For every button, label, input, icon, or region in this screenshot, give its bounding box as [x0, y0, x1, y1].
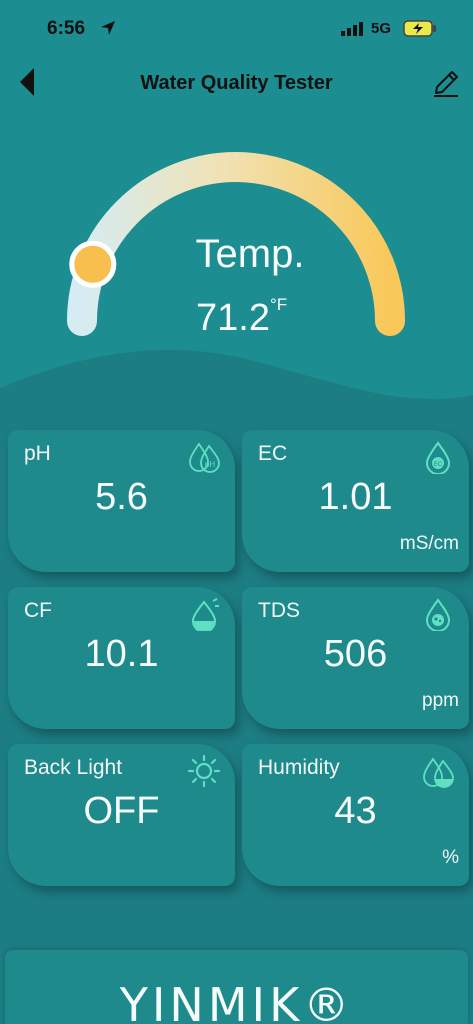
page-title: Water Quality Tester	[140, 72, 333, 94]
card-label: Humidity	[258, 756, 340, 779]
cf-drop-icon	[191, 598, 219, 631]
card-ph[interactable]: pH pH 5.6	[8, 430, 235, 572]
wave-divider	[0, 349, 473, 430]
card-value: OFF	[83, 790, 160, 832]
card-label: EC	[258, 442, 288, 465]
card-cf[interactable]: CF 10.1	[8, 587, 235, 729]
tds-drop-icon	[425, 598, 451, 631]
card-label: CF	[24, 599, 52, 622]
card-value: 43	[334, 790, 377, 832]
card-value: 1.01	[318, 476, 393, 518]
status-time: 6:56	[47, 18, 86, 39]
card-label: pH	[24, 442, 51, 465]
gauge-label: Temp.	[195, 232, 305, 276]
card-value: 506	[323, 633, 388, 675]
svg-text:pH: pH	[205, 460, 215, 469]
gauge-unit: °F	[270, 295, 288, 314]
ec-drop-icon: EC	[425, 441, 451, 474]
svg-text:EC: EC	[434, 462, 443, 468]
status-bar: 6:56 5G	[0, 0, 473, 58]
card-tds[interactable]: TDS 506 ppm	[242, 587, 469, 729]
gauge-value: 71.2	[196, 297, 270, 339]
card-unit: mS/cm	[399, 533, 459, 554]
card-unit: %	[442, 847, 459, 868]
card-label: TDS	[258, 599, 300, 622]
edit-pencil-icon[interactable]	[430, 67, 462, 99]
card-humidity[interactable]: Humidity 43 %	[242, 744, 469, 886]
card-value: 5.6	[95, 476, 148, 518]
card-value: 10.1	[84, 633, 159, 675]
humidity-drops-icon	[423, 757, 454, 788]
brand-logo: YINMIK®	[119, 978, 354, 1024]
card-unit: ppm	[422, 690, 459, 711]
network-type: 5G	[371, 20, 392, 37]
signal-bars-icon	[341, 22, 363, 36]
location-arrow-icon	[101, 21, 115, 35]
card-back-light[interactable]: Back Light OFF	[8, 744, 235, 886]
card-label: Back Light	[24, 756, 123, 779]
battery-charging-icon	[403, 20, 436, 37]
card-ec[interactable]: EC EC 1.01 mS/cm	[242, 430, 469, 572]
sun-icon	[187, 754, 221, 788]
ph-drops-icon: pH	[189, 442, 220, 473]
footer-brand-panel: YINMIK®	[5, 950, 468, 1024]
